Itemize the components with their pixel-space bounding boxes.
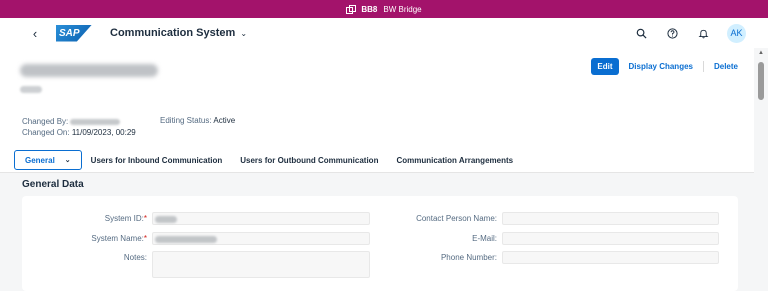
contact-person-field[interactable] (502, 212, 719, 225)
contact-person-label: Contact Person Name: (416, 214, 497, 223)
bell-icon[interactable] (696, 26, 711, 41)
editing-status-value: Active (213, 116, 236, 125)
delete-button[interactable]: Delete (714, 62, 738, 71)
email-label: E-Mail: (472, 234, 497, 243)
tab-users-outbound[interactable]: Users for Outbound Communication (231, 148, 387, 173)
tab-general[interactable]: General ⌄ (14, 150, 82, 170)
email-field[interactable] (502, 232, 719, 245)
display-changes-button[interactable]: Display Changes (629, 62, 693, 71)
sap-logo[interactable]: SAP (56, 24, 92, 42)
chevron-down-icon: ⌄ (64, 157, 71, 164)
scroll-thumb[interactable] (758, 62, 764, 100)
windows-icon (346, 5, 357, 14)
changed-by-value-redacted (70, 118, 121, 125)
avatar[interactable]: AK (727, 23, 746, 43)
section-title: General Data (22, 179, 84, 190)
system-name-label: System Name:* (91, 234, 147, 243)
search-icon[interactable] (634, 26, 649, 41)
chevron-down-icon: ⌄ (240, 28, 248, 38)
divider (702, 61, 704, 72)
general-data-form: System ID:* System Name:* Notes: Contact… (22, 196, 738, 291)
notes-label: Notes: (123, 253, 147, 262)
app-title: Communication System (110, 27, 236, 39)
tab-general-label: General (25, 155, 55, 165)
system-id-label: System ID:* (104, 214, 147, 223)
changed-on-value: 11/09/2023, 00:29 (71, 128, 136, 137)
object-subtitle-redacted (20, 86, 42, 93)
tab-bar: General ⌄ Users for Inbound Communicatio… (0, 148, 754, 173)
object-header: Edit Display Changes Delete Changed By: … (0, 48, 754, 148)
changed-on-label: Changed On: (22, 128, 70, 137)
system-bar: BB8 BW Bridge (0, 0, 768, 18)
system-id-badge: BB8 (361, 4, 378, 14)
edit-button[interactable]: Edit (591, 58, 619, 75)
tab-users-inbound[interactable]: Users for Inbound Communication (82, 148, 232, 173)
app-title-menu[interactable]: Communication System ⌄ (110, 27, 247, 39)
phone-number-field[interactable] (502, 251, 719, 264)
system-name-field[interactable] (152, 232, 370, 245)
system-id-field[interactable] (152, 212, 370, 225)
tab-communication-arrangements[interactable]: Communication Arrangements (387, 148, 522, 173)
system-name-value-redacted (155, 236, 217, 243)
header-actions: Edit Display Changes Delete (591, 58, 738, 75)
back-button[interactable]: ‹ (28, 26, 42, 41)
editing-status: Editing Status: Active (160, 116, 235, 125)
help-icon[interactable] (665, 26, 680, 41)
editing-status-label: Editing Status: (160, 116, 212, 125)
shell-bar: ‹ SAP Communication System ⌄ AK (0, 18, 768, 48)
notes-field[interactable] (152, 251, 370, 278)
phone-number-label: Phone Number: (440, 253, 497, 262)
change-attributes: Changed By: Changed On: 11/09/2023, 00:2… (22, 116, 136, 138)
changed-by-label: Changed By: (22, 117, 69, 126)
system-name: BW Bridge (383, 4, 422, 14)
scroll-up-icon[interactable]: ▲ (758, 50, 764, 56)
system-id-value-redacted (155, 216, 177, 223)
object-title-redacted (20, 64, 158, 77)
page-scrollbar[interactable]: ▲ (758, 48, 764, 291)
